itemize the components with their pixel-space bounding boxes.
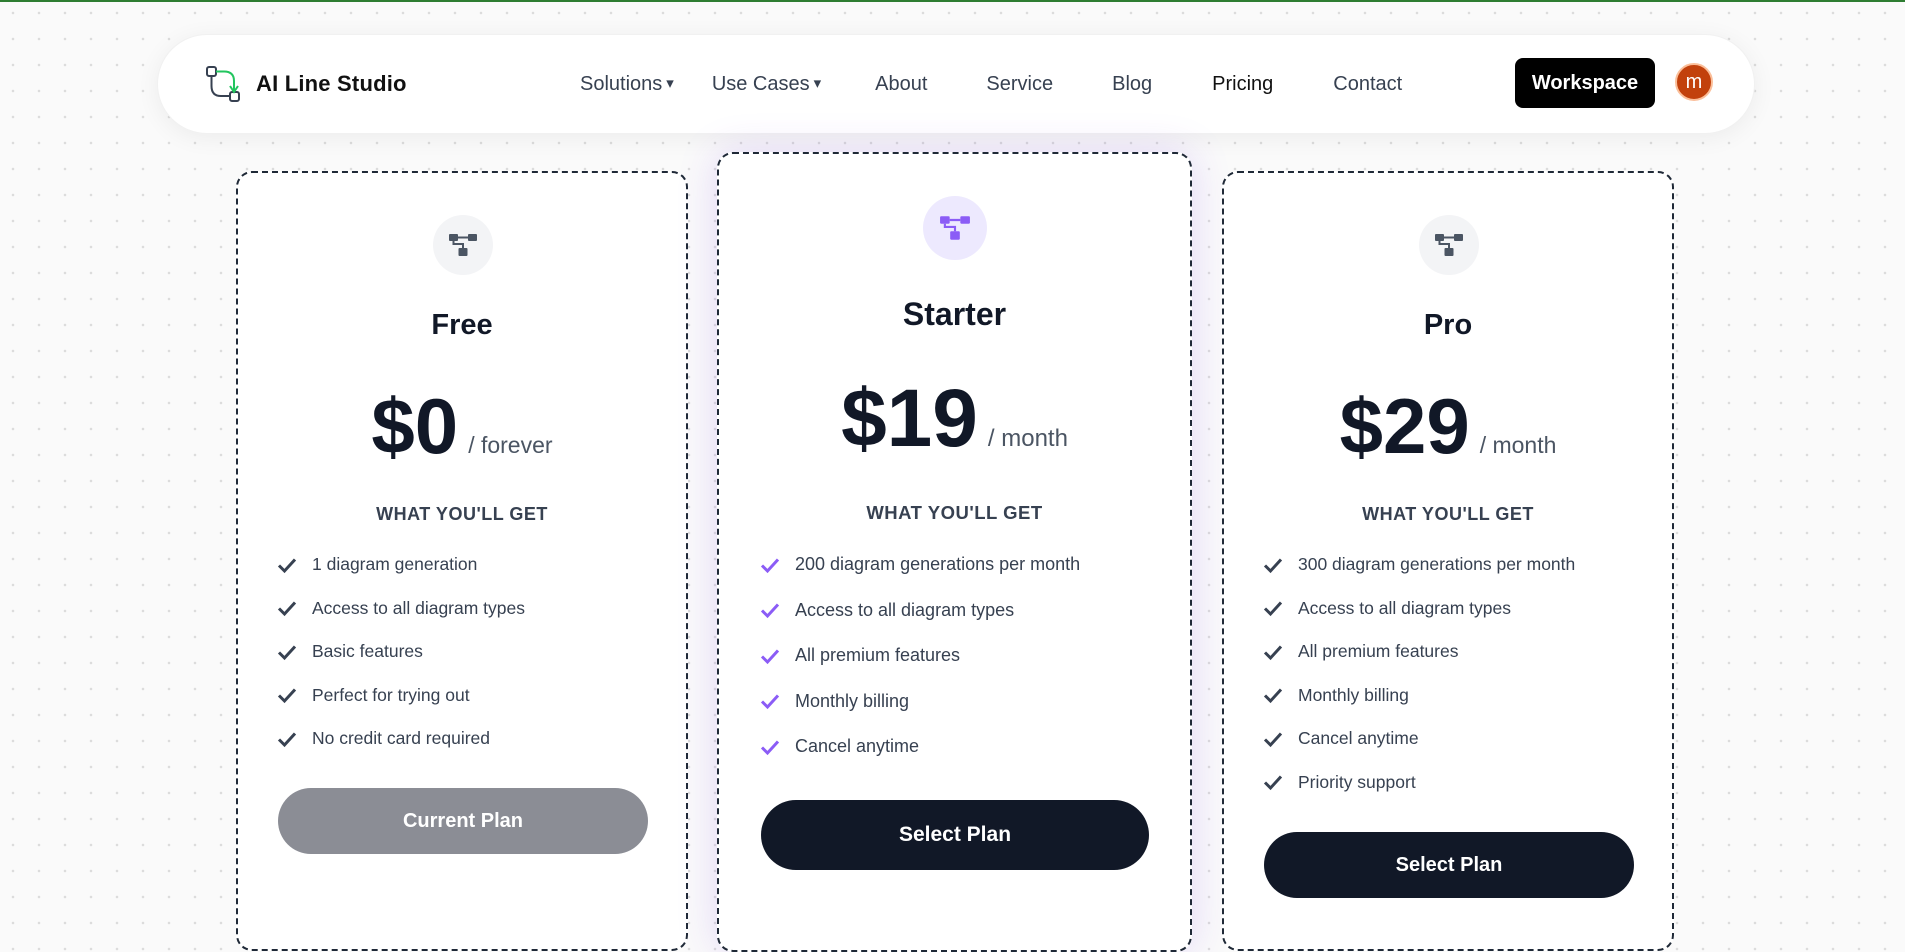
plan-card-free: Free $0 / forever WHAT YOU'LL GET 1 diag… [236,171,688,951]
feature-item: Cancel anytime [759,724,1230,770]
feature-text: Access to all diagram types [1298,597,1512,618]
nav-blog[interactable]: Blog [1112,73,1152,96]
feature-item: Basic features [276,630,724,674]
nav-solutions-label: Solutions [580,72,663,95]
check-icon [760,603,780,619]
diagram-icon [923,196,987,260]
feature-text: 300 diagram generations per month [1298,554,1576,575]
nav-contact[interactable]: Contact [1333,73,1402,96]
chevron-down-icon: ▾ [813,74,822,92]
diagram-icon-svg [1435,234,1463,256]
feature-item: 1 diagram generation [276,543,724,587]
check-icon [1263,645,1283,660]
feature-text: Priority support [1298,771,1416,792]
feature-item: Access to all diagram types [759,588,1230,634]
plan-period: / forever [468,432,553,458]
plan-card-pro: Pro $29 / month WHAT YOU'LL GET 300 diag… [1222,171,1674,951]
plan-price: $29 [1339,382,1470,470]
plan-card-starter: Starter $19 / month WHAT YOU'LL GET 200 … [717,152,1192,952]
feature-text: Basic features [312,641,423,662]
feature-list: 200 diagram generations per month Access… [759,542,1230,770]
feature-item: Perfect for trying out [276,674,724,718]
feature-item: Monthly billing [1262,674,1710,718]
plan-period: / month [987,425,1068,452]
feature-item: Access to all diagram types [276,587,724,631]
feature-text: All premium features [795,645,961,666]
check-icon [1263,558,1283,573]
check-icon [1263,601,1283,617]
feature-text: All premium features [1298,641,1459,662]
nav-pricing[interactable]: Pricing [1212,73,1273,96]
select-plan-button[interactable]: Select Plan [761,800,1149,870]
brand-name: AI Line Studio [256,71,407,96]
plan-name: Free [431,309,493,341]
feature-text: Access to all diagram types [312,597,526,618]
section-label: WHAT YOU'LL GET [866,502,1043,523]
feature-text: 1 diagram generation [312,554,478,575]
check-icon [1263,688,1283,704]
feature-text: Cancel anytime [1298,728,1419,749]
feature-text: No credit card required [312,728,490,749]
current-plan-button[interactable]: Current Plan [278,788,648,854]
feature-text: Monthly billing [1298,684,1409,705]
navbar: AI Line Studio Solutions ▾ Use Cases ▾ Abo… [157,34,1755,134]
section-label: WHAT YOU'LL GET [376,504,548,524]
feature-text: Monthly billing [795,690,910,711]
user-avatar[interactable]: m [1675,63,1713,101]
feature-item: Monthly billing [759,679,1230,725]
nav-use-cases[interactable]: Use Cases ▾ [712,73,821,96]
feature-item: Cancel anytime [1262,717,1710,761]
check-icon [277,688,297,704]
diagram-icon-svg [940,216,970,240]
plan-price: $0 [371,382,459,470]
check-icon [1263,775,1283,791]
plan-period: / month [1479,432,1557,458]
nav-links: Solutions ▾ Use Cases ▾ About Service Blog… [580,35,1402,133]
workspace-button[interactable]: Workspace [1515,58,1655,108]
chevron-down-icon: ▾ [666,74,674,92]
brand[interactable]: AI Line Studio [204,64,407,104]
diagram-icon-svg [449,234,477,256]
check-icon [277,558,297,573]
nav-about[interactable]: About [875,73,927,96]
feature-item: 300 diagram generations per month [1262,543,1710,587]
nav-use-cases-label: Use Cases [711,72,810,95]
feature-text: Access to all diagram types [795,599,1015,620]
plan-price: $19 [841,373,978,464]
feature-text: Perfect for trying out [312,684,470,705]
logo-icon [206,66,240,102]
top-accent-line [0,0,1905,2]
nav-solutions[interactable]: Solutions ▾ [580,73,674,96]
feature-text: 200 diagram generations per month [795,554,1081,575]
check-icon [760,694,780,710]
feature-text: Cancel anytime [795,736,920,757]
check-icon [1263,732,1283,747]
feature-item: No credit card required [276,717,724,761]
check-icon [760,740,780,755]
diagram-icon [1419,215,1479,275]
check-icon [277,645,297,660]
check-icon [760,649,780,664]
feature-item: All premium features [759,633,1230,679]
feature-list: 1 diagram generation Access to all diagr… [276,543,724,761]
feature-list: 300 diagram generations per month Access… [1262,543,1710,804]
nav-service[interactable]: Service [986,73,1053,96]
section-label: WHAT YOU'LL GET [1362,504,1534,524]
price-row: $29 / month [1224,381,1672,472]
plan-name: Pro [1423,309,1473,341]
feature-item: Priority support [1262,761,1710,805]
price-row: $0 / forever [238,381,686,472]
check-icon [760,558,780,573]
plan-name: Starter [902,296,1007,332]
feature-item: All premium features [1262,630,1710,674]
price-row: $19 / month [719,372,1190,466]
feature-item: Access to all diagram types [1262,587,1710,631]
feature-item: 200 diagram generations per month [759,542,1230,588]
check-icon [277,601,297,617]
check-icon [277,732,297,747]
diagram-icon [433,215,493,275]
select-plan-button[interactable]: Select Plan [1264,832,1634,898]
